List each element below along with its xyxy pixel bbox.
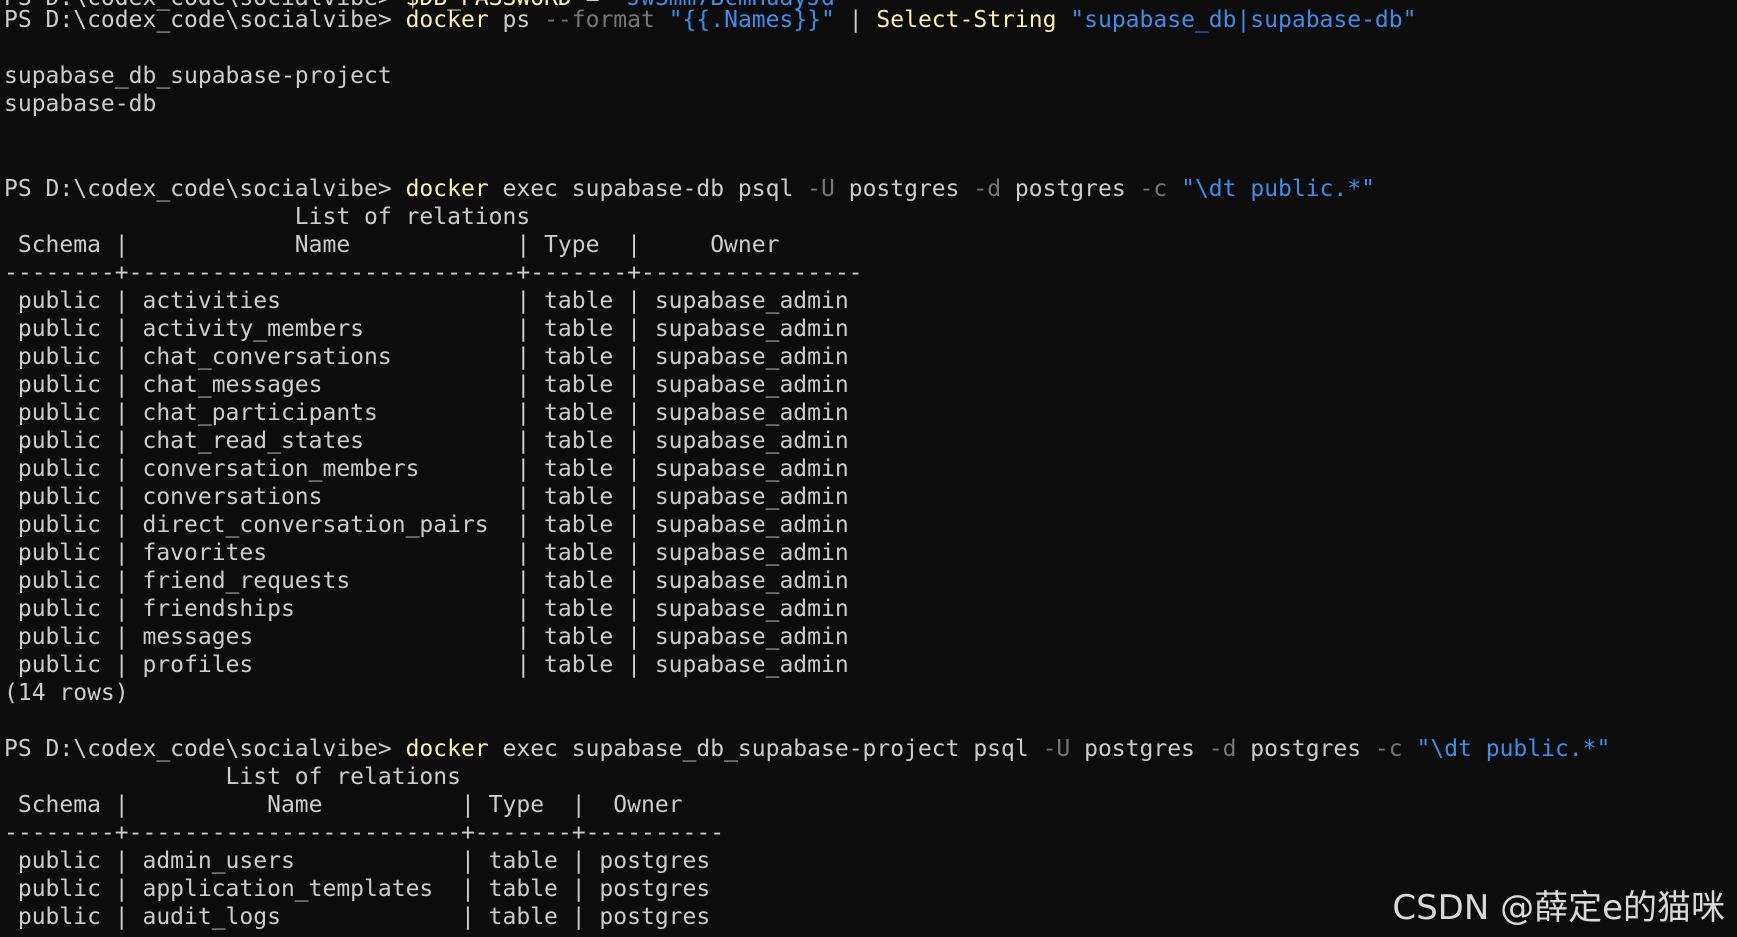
table-row: public | chat_messages | table | supabas… xyxy=(4,372,849,398)
string-token: "\dt public.*" xyxy=(1181,176,1375,202)
table-row: public | admin_users | table | postgres xyxy=(4,848,711,874)
args-token: exec supabase_db_supabase-project psql xyxy=(488,736,1043,762)
command-token: docker xyxy=(405,7,489,33)
table-row: public | application_templates | table |… xyxy=(4,876,711,902)
param-token: -c xyxy=(1374,736,1403,762)
prompt: PS D:\codex_code\socialvibe> xyxy=(4,736,406,762)
args-token: postgres xyxy=(1070,736,1209,762)
table-row: public | conversation_members | table | … xyxy=(4,456,849,482)
table-row: public | chat_participants | table | sup… xyxy=(4,400,849,426)
string-token: "{{.Names}}" xyxy=(668,7,835,33)
output-line: supabase-db xyxy=(4,91,157,117)
param-token: -d xyxy=(973,176,1002,202)
command-line-psql-supabase-db: PS D:\codex_code\socialvibe> docker exec… xyxy=(4,175,1375,203)
row-count: (14 rows) xyxy=(4,680,129,706)
command-token: docker xyxy=(405,736,489,762)
table-row: public | chat_read_states | table | supa… xyxy=(4,428,849,454)
table-title: List of relations xyxy=(4,204,531,230)
table-row: public | conversations | table | supabas… xyxy=(4,484,849,510)
csdn-watermark: CSDN @薛定e的猫咪 xyxy=(1392,888,1725,928)
param-token: -U xyxy=(807,176,835,202)
table-separator: --------+------------------------+------… xyxy=(4,820,725,846)
command-token: docker xyxy=(405,176,489,202)
table-row: public | profiles | table | supabase_adm… xyxy=(4,652,849,678)
command-line-docker-ps: PS D:\codex_code\socialvibe> docker ps -… xyxy=(4,6,1416,34)
param-token: -U xyxy=(1042,736,1071,762)
output-line: supabase_db_supabase-project xyxy=(4,63,392,89)
args-token: postgres xyxy=(1001,176,1140,202)
terminal-window[interactable]: PS D:\codex_code\socialvibe> $DB_PASSWOR… xyxy=(0,0,1737,937)
table-row: public | friendships | table | supabase_… xyxy=(4,596,849,622)
string-token: "supabase_db|supabase-db" xyxy=(1070,7,1417,33)
args-token: exec supabase-db psql xyxy=(488,176,808,202)
table-row: public | friend_requests | table | supab… xyxy=(4,568,849,594)
command-token: Select-String xyxy=(876,7,1057,33)
table-header: Schema | Name | Type | Owner xyxy=(4,792,683,818)
param-token: -c xyxy=(1139,176,1168,202)
param-token: --format xyxy=(544,7,655,33)
command-line-psql-supabase-project: PS D:\codex_code\socialvibe> docker exec… xyxy=(4,735,1610,763)
string-token: "\dt public.*" xyxy=(1416,736,1611,762)
args-token: ps xyxy=(488,7,545,33)
pipe-token: | xyxy=(834,7,877,33)
table-row: public | favorites | table | supabase_ad… xyxy=(4,540,849,566)
prompt: PS D:\codex_code\socialvibe> xyxy=(4,7,406,33)
table-row: public | chat_conversations | table | su… xyxy=(4,344,849,370)
table-row: public | direct_conversation_pairs | tab… xyxy=(4,512,849,538)
param-token: -d xyxy=(1208,736,1237,762)
table-row: public | messages | table | supabase_adm… xyxy=(4,624,849,650)
table-row: public | activities | table | supabase_a… xyxy=(4,288,849,314)
table-row: public | activity_members | table | supa… xyxy=(4,316,849,342)
table-row: public | audit_logs | table | postgres xyxy=(4,904,711,930)
args-token: postgres xyxy=(1236,736,1375,762)
table-separator: --------+----------------------------+--… xyxy=(4,260,863,286)
args-token: postgres xyxy=(834,176,974,202)
table-title: List of relations xyxy=(4,764,461,790)
prompt: PS D:\codex_code\socialvibe> xyxy=(4,176,406,202)
table-header: Schema | Name | Type | Owner xyxy=(4,232,780,258)
